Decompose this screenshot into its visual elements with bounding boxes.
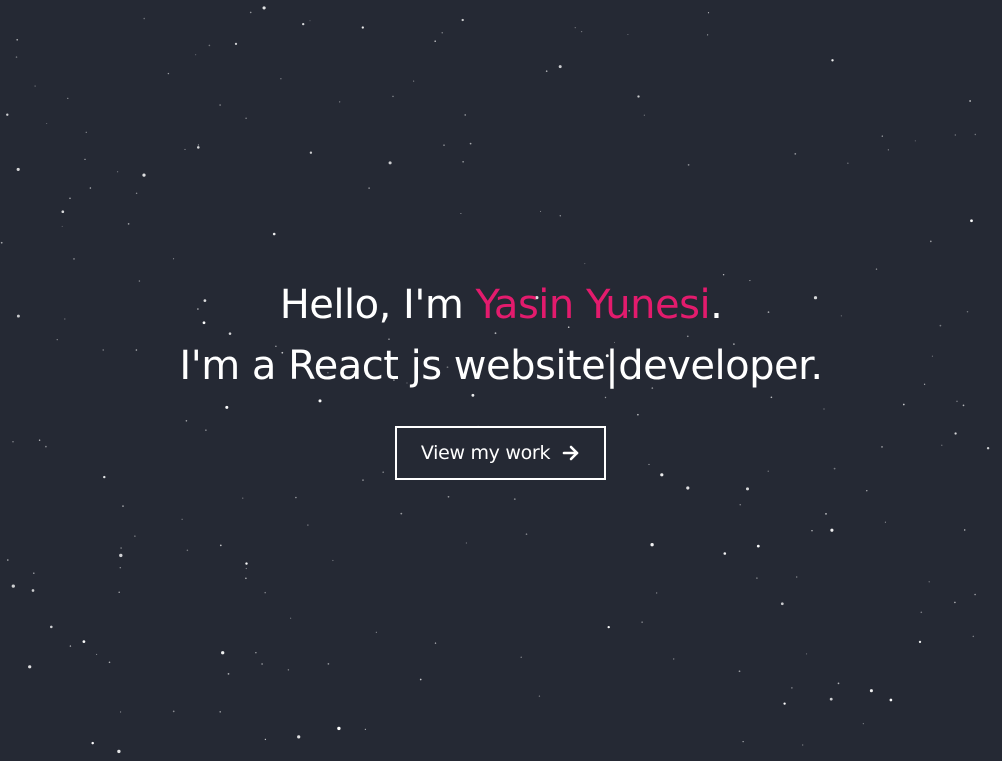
greeting-text: Hello, I'm <box>279 282 476 328</box>
view-my-work-button[interactable]: View my work <box>395 426 606 480</box>
hero-section: Hello, I'm Yasin Yunesi. I'm a React js … <box>0 0 1002 761</box>
role-suffix: developer. <box>618 343 823 389</box>
role-prefix: I'm a React js website <box>179 343 606 389</box>
typing-cursor: | <box>605 343 619 389</box>
hero-name: Yasin Yunesi <box>475 282 711 328</box>
greeting-period: . <box>710 282 723 328</box>
view-my-work-label: View my work <box>420 442 551 464</box>
hero-greeting-line: Hello, I'm Yasin Yunesi. <box>0 285 1002 325</box>
arrow-right-icon <box>562 444 580 462</box>
hero-role-line: I'm a React js website|developer. <box>0 346 1002 386</box>
